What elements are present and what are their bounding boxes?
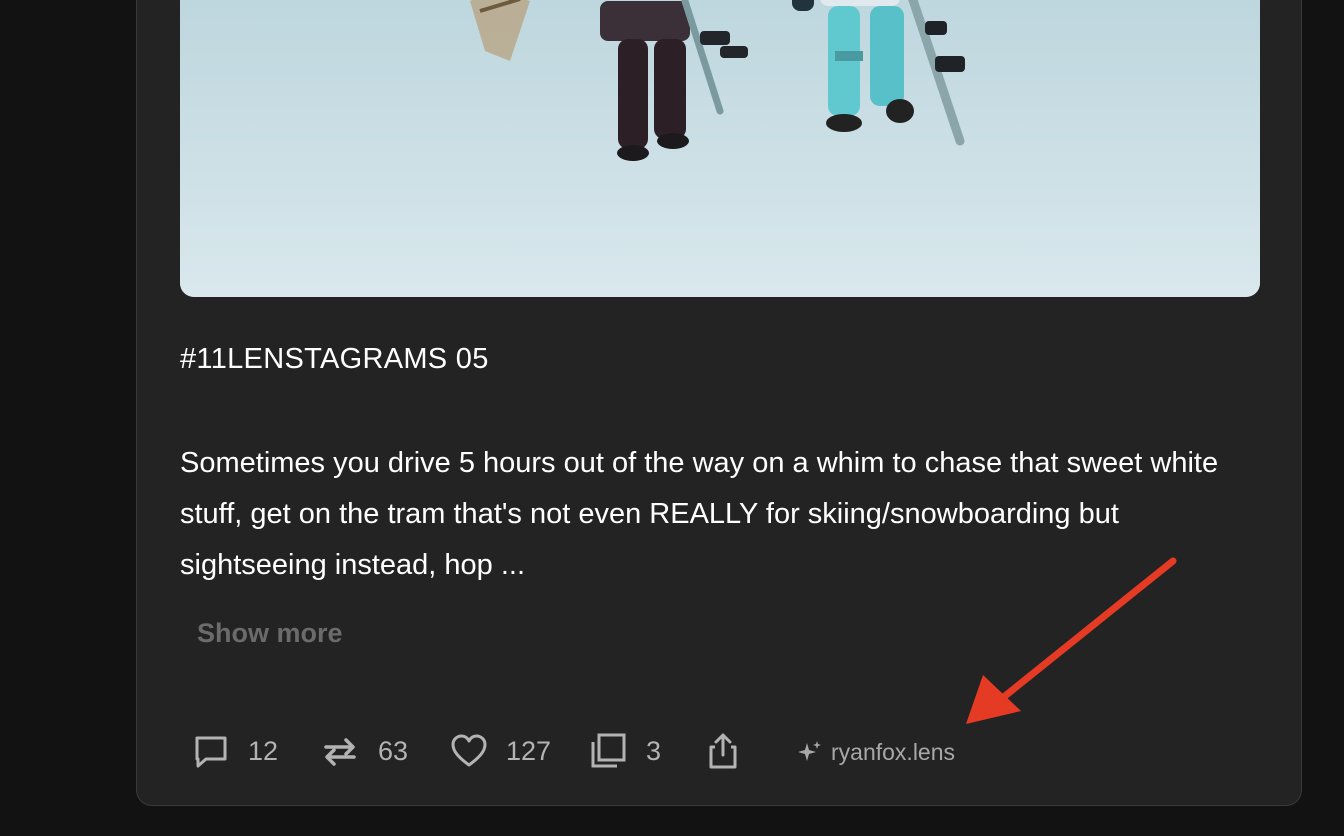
copy-icon [591,733,626,768]
credit-username: ryanfox.lens [831,738,956,765]
post-photo[interactable] [180,0,1260,297]
share-button[interactable] [705,733,741,769]
post-card: #11LENSTAGRAMS 05 Sometimes you drive 5 … [136,0,1302,806]
comment-count: 12 [248,735,279,766]
ai-credit[interactable]: ryanfox.lens [797,737,955,767]
post-body: Sometimes you drive 5 hours out of the w… [180,447,1219,581]
quote-button[interactable]: 3 [588,733,661,769]
share-icon [709,733,737,769]
like-count: 127 [506,735,552,766]
repost-icon [324,738,356,766]
comment-icon [195,736,227,768]
comment-button[interactable]: 12 [192,733,278,769]
heart-icon [451,734,487,767]
repost-button[interactable]: 63 [320,733,408,769]
like-button[interactable]: 127 [450,733,551,769]
quote-count: 3 [646,735,662,766]
post-title: #11LENSTAGRAMS 05 [180,343,489,375]
sparkle-icon [798,741,821,761]
repost-count: 63 [378,735,409,766]
show-more-button[interactable]: Show more [197,617,343,649]
